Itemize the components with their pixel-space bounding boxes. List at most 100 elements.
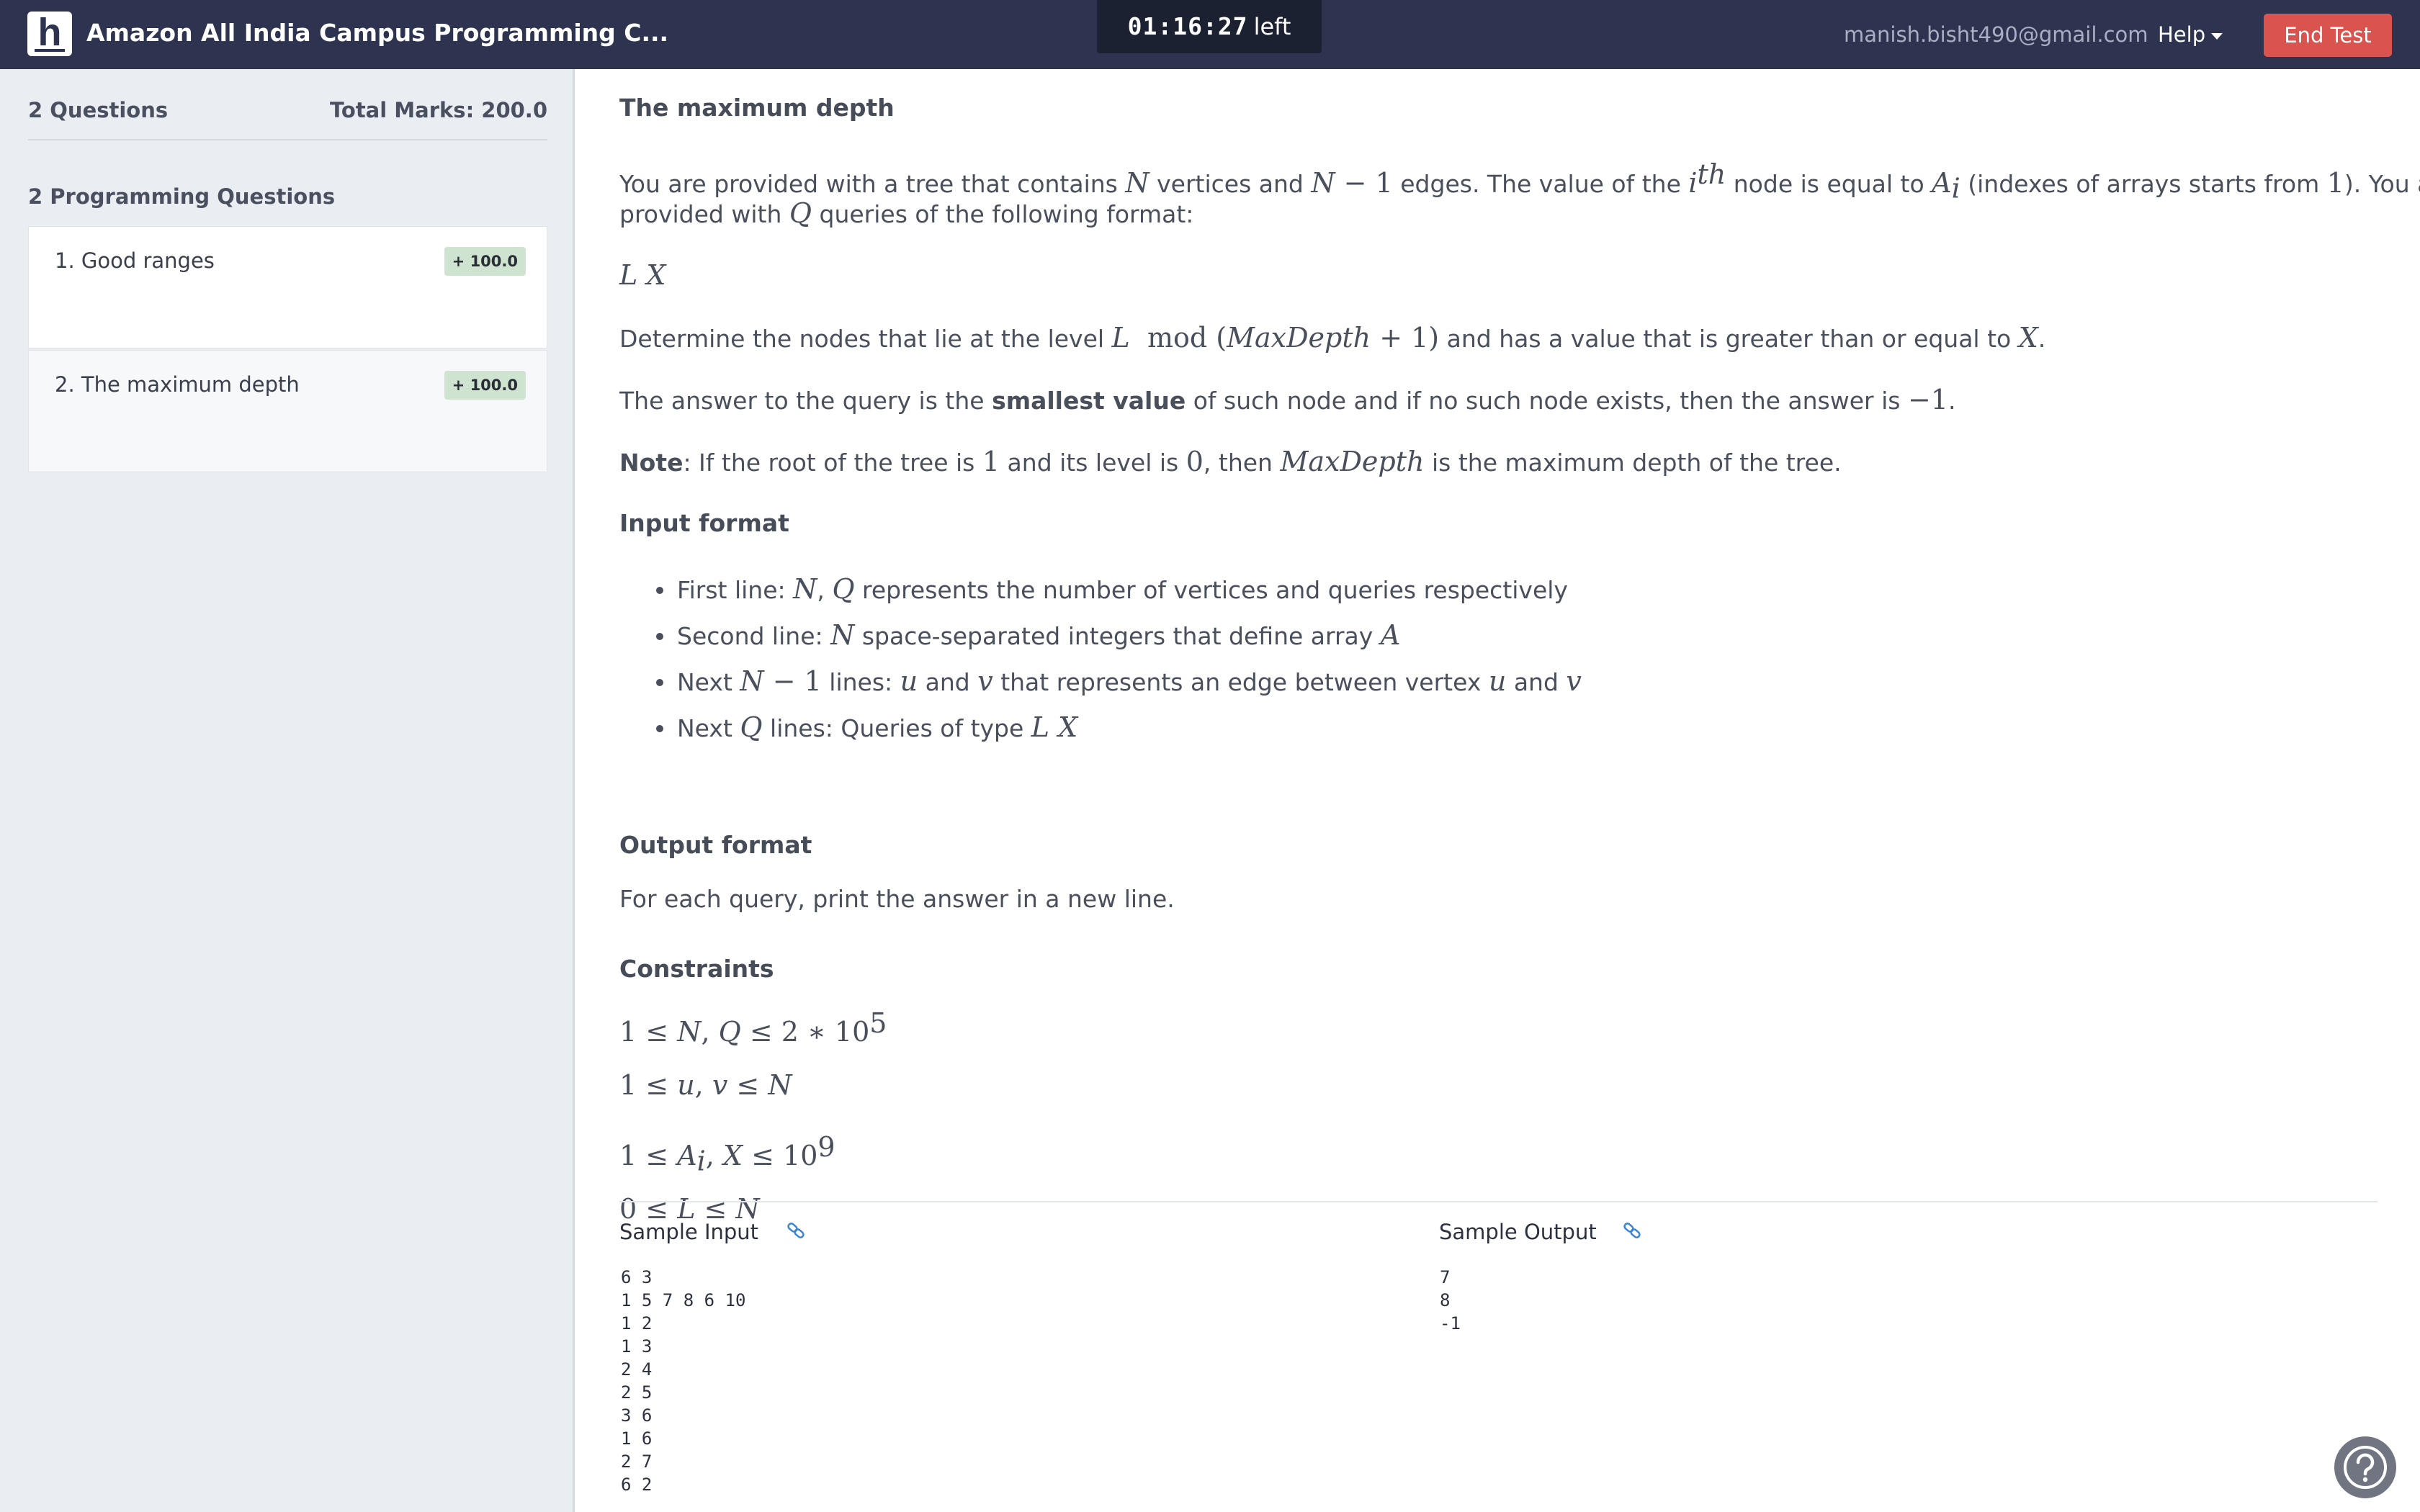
item-text: Next xyxy=(677,714,740,742)
math-text: 1 ≤ xyxy=(619,1140,678,1171)
math-x: X xyxy=(722,1140,743,1171)
help-menu[interactable]: Help xyxy=(2158,0,2223,69)
math-u: u xyxy=(1488,665,1507,697)
math-n: N xyxy=(768,1069,792,1101)
input-format-heading: Input format xyxy=(619,509,789,537)
section-divider xyxy=(619,1201,2378,1202)
math-n: N xyxy=(677,1016,702,1048)
item-text: that represents an edge between vertex xyxy=(992,668,1489,696)
math-text: 1 ≤ xyxy=(619,1069,678,1101)
math-l: L xyxy=(1111,322,1130,354)
list-item: Next Q lines: Queries of type L X xyxy=(619,704,1582,750)
input-format-list: First line: N, Q represents the number o… xyxy=(619,566,1582,750)
statement-text: edges. The value of the xyxy=(1392,170,1689,198)
list-item: Next N − 1 lines: u and v that represent… xyxy=(619,658,1582,704)
math-a: A xyxy=(1380,619,1401,651)
statement-text: The answer to the query is the xyxy=(619,387,992,415)
math-text: , xyxy=(694,1069,712,1101)
statement-text: Determine the nodes that lie at the leve… xyxy=(619,325,1112,353)
math-minus-one: − 1 xyxy=(763,665,822,697)
problem-panel: The maximum depth You are provided with … xyxy=(577,69,2420,1512)
question-sidebar: 2 Questions Total Marks: 200.0 2 Program… xyxy=(0,69,575,1512)
statement-text: and its level is xyxy=(1000,449,1186,477)
math-sub-i: i xyxy=(696,1145,706,1177)
statement-text: , then xyxy=(1203,449,1281,477)
math-q: Q xyxy=(718,1016,741,1048)
timer-suffix: left xyxy=(1253,13,1291,40)
timer-value: 01:16:27 xyxy=(1127,12,1248,40)
note-line: Note: If the root of the tree is 1 and i… xyxy=(619,441,1842,483)
answer-line: The answer to the query is the smallest … xyxy=(619,379,1955,421)
math-paren: ( xyxy=(1216,322,1227,354)
sample-output-label: Sample Output xyxy=(1439,1220,1597,1244)
determine-line: Determine the nodes that lie at the leve… xyxy=(619,318,2045,359)
list-item: First line: N, Q represents the number o… xyxy=(619,566,1582,612)
math-v: v xyxy=(977,665,993,697)
statement-text: queries of the following format: xyxy=(812,200,1194,228)
contest-title: Amazon All India Campus Programming C... xyxy=(86,19,669,47)
bold-text: smallest value xyxy=(992,387,1186,415)
statement-text: and has a value that is greater than or … xyxy=(1439,325,2019,353)
question-title: 2. The maximum depth xyxy=(55,372,300,397)
math-n: N xyxy=(793,573,817,605)
statement-line-2: provided with Q queries of the following… xyxy=(619,193,1193,235)
math-n: N xyxy=(740,665,764,697)
constraint-3: 1 ≤ Ai, X ≤ 109 xyxy=(619,1127,835,1182)
math-a: A xyxy=(1932,167,1952,199)
math-exponent: 5 xyxy=(869,1007,887,1039)
link-icon[interactable] xyxy=(1621,1220,1643,1241)
math-th: th xyxy=(1697,158,1726,190)
caret-down-icon xyxy=(2211,32,2223,40)
output-format-heading: Output format xyxy=(619,831,812,859)
math-mod: mod xyxy=(1129,322,1216,354)
list-item: Second line: N space-separated integers … xyxy=(619,612,1582,658)
item-text: space-separated integers that define arr… xyxy=(854,622,1381,650)
user-email[interactable]: manish.bisht490@gmail.com xyxy=(1844,0,2148,69)
question-item-good-ranges[interactable]: 1. Good ranges + 100.0 xyxy=(28,226,547,348)
statement-text: : If the root of the tree is xyxy=(683,449,982,477)
total-marks: Total Marks: 200.0 xyxy=(329,98,547,122)
question-item-maximum-depth[interactable]: 2. The maximum depth + 100.0 xyxy=(28,350,547,472)
item-text: and xyxy=(1506,668,1567,696)
item-text: and xyxy=(918,668,978,696)
math-a: A xyxy=(677,1140,697,1171)
link-icon[interactable] xyxy=(785,1220,807,1241)
item-text: represents the number of vertices and qu… xyxy=(854,576,1568,604)
math-exponent: 9 xyxy=(817,1131,835,1163)
constraint-2: 1 ≤ u, v ≤ N xyxy=(619,1065,792,1107)
logo-underline xyxy=(35,49,65,52)
math-sub-i: i xyxy=(1951,172,1960,204)
constraints-heading: Constraints xyxy=(619,955,774,983)
statement-text: provided with xyxy=(619,200,789,228)
marks-badge: + 100.0 xyxy=(444,371,526,400)
help-circle-icon[interactable] xyxy=(2334,1436,2396,1498)
item-text: Second line: xyxy=(677,622,831,650)
marks-badge: + 100.0 xyxy=(444,247,526,276)
math-v: v xyxy=(712,1069,728,1101)
item-text: Next xyxy=(677,668,740,696)
statement-text: is the maximum depth of the tree. xyxy=(1424,449,1842,477)
logo-icon[interactable]: h xyxy=(27,12,72,56)
help-label: Help xyxy=(2158,22,2206,47)
math-one: 1 xyxy=(982,446,1000,477)
item-text: lines: Queries of type xyxy=(762,714,1031,742)
math-u: u xyxy=(900,665,918,697)
math-text: ≤ 2 ∗ 10 xyxy=(740,1016,870,1048)
math-n: N xyxy=(830,619,855,651)
math-q: Q xyxy=(740,711,763,743)
statement-text: ). You are also xyxy=(2344,170,2420,198)
math-minus-one: − 1 xyxy=(1335,167,1393,199)
math-plus-one: + 1) xyxy=(1371,322,1440,354)
math-one: 1 xyxy=(2326,167,2344,199)
math-maxdepth: MaxDepth xyxy=(1227,322,1371,354)
math-text: ≤ xyxy=(727,1069,768,1101)
sample-output-code: 7 8 -1 xyxy=(1440,1267,1461,1333)
problem-title: The maximum depth xyxy=(619,94,895,122)
math-n: N xyxy=(1311,167,1335,199)
math-i: i xyxy=(1688,167,1698,199)
statement-text: of such node and if no such node exists,… xyxy=(1186,387,1908,415)
item-text: First line: xyxy=(677,576,794,604)
math-text: , xyxy=(705,1140,723,1171)
end-test-button[interactable]: End Test xyxy=(2264,14,2392,57)
math-zero: 0 xyxy=(1186,446,1204,477)
